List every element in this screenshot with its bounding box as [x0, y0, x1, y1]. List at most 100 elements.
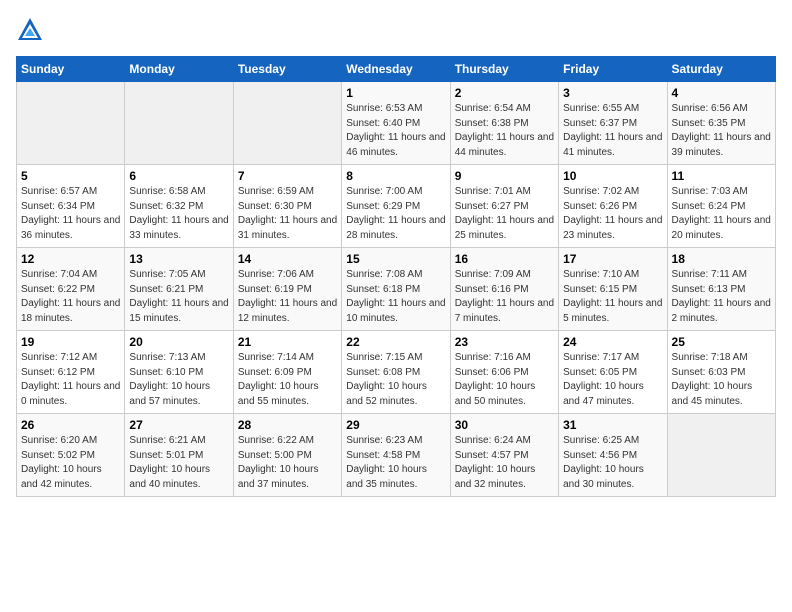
calendar-cell: 10 Sunrise: 7:02 AM Sunset: 6:26 PM Dayli…: [559, 165, 667, 248]
day-info: Sunrise: 6:53 AM Sunset: 6:40 PM Dayligh…: [346, 102, 445, 160]
calendar-table: SundayMondayTuesdayWednesdayThursdayFrid…: [16, 56, 776, 497]
week-row-2: 5 Sunrise: 6:57 AM Sunset: 6:34 PM Daylig…: [17, 165, 776, 248]
day-number: 22: [346, 335, 445, 349]
day-info: Sunrise: 6:23 AM Sunset: 4:58 PM Dayligh…: [346, 434, 445, 492]
day-header-friday: Friday: [559, 57, 667, 82]
calendar-cell: [233, 82, 341, 165]
calendar-cell: 24 Sunrise: 7:17 AM Sunset: 6:05 PM Dayli…: [559, 331, 667, 414]
day-number: 31: [563, 418, 662, 432]
day-info: Sunrise: 6:58 AM Sunset: 6:32 PM Dayligh…: [129, 185, 228, 243]
day-info: Sunrise: 6:25 AM Sunset: 4:56 PM Dayligh…: [563, 434, 662, 492]
calendar-cell: 1 Sunrise: 6:53 AM Sunset: 6:40 PM Daylig…: [342, 82, 450, 165]
calendar-cell: 19 Sunrise: 7:12 AM Sunset: 6:12 PM Dayli…: [17, 331, 125, 414]
calendar-cell: 31 Sunrise: 6:25 AM Sunset: 4:56 PM Dayli…: [559, 414, 667, 497]
calendar-cell: [667, 414, 775, 497]
day-number: 14: [238, 252, 337, 266]
calendar-cell: 4 Sunrise: 6:56 AM Sunset: 6:35 PM Daylig…: [667, 82, 775, 165]
day-info: Sunrise: 7:09 AM Sunset: 6:16 PM Dayligh…: [455, 268, 554, 326]
calendar-cell: 7 Sunrise: 6:59 AM Sunset: 6:30 PM Daylig…: [233, 165, 341, 248]
day-number: 5: [21, 169, 120, 183]
day-number: 23: [455, 335, 554, 349]
week-row-5: 26 Sunrise: 6:20 AM Sunset: 5:02 PM Dayli…: [17, 414, 776, 497]
calendar-cell: 22 Sunrise: 7:15 AM Sunset: 6:08 PM Dayli…: [342, 331, 450, 414]
day-info: Sunrise: 7:03 AM Sunset: 6:24 PM Dayligh…: [672, 185, 771, 243]
day-number: 17: [563, 252, 662, 266]
calendar-cell: 14Sunrise: 7:06 AM Sunset: 6:19 PM Dayli…: [233, 248, 341, 331]
calendar-cell: [125, 82, 233, 165]
calendar-cell: 25Sunrise: 7:18 AM Sunset: 6:03 PM Dayli…: [667, 331, 775, 414]
day-number: 20: [129, 335, 228, 349]
day-info: Sunrise: 7:10 AM Sunset: 6:15 PM Dayligh…: [563, 268, 662, 326]
day-info: Sunrise: 7:17 AM Sunset: 6:05 PM Dayligh…: [563, 351, 662, 409]
day-info: Sunrise: 7:15 AM Sunset: 6:08 PM Dayligh…: [346, 351, 445, 409]
week-row-3: 12 Sunrise: 7:04 AM Sunset: 6:22 PM Dayli…: [17, 248, 776, 331]
day-info: Sunrise: 6:56 AM Sunset: 6:35 PM Dayligh…: [672, 102, 771, 160]
calendar-cell: 12 Sunrise: 7:04 AM Sunset: 6:22 PM Dayli…: [17, 248, 125, 331]
calendar-cell: 16 Sunrise: 7:09 AM Sunset: 6:16 PM Dayli…: [450, 248, 558, 331]
calendar-cell: 9 Sunrise: 7:01 AM Sunset: 6:27 PM Daylig…: [450, 165, 558, 248]
calendar-cell: 20 Sunrise: 7:13 AM Sunset: 6:10 PM Dayli…: [125, 331, 233, 414]
day-info: Sunrise: 6:24 AM Sunset: 4:57 PM Dayligh…: [455, 434, 554, 492]
day-header-tuesday: Tuesday: [233, 57, 341, 82]
day-info: Sunrise: 7:12 AM Sunset: 6:12 PM Dayligh…: [21, 351, 120, 409]
calendar-cell: 13 Sunrise: 7:05 AM Sunset: 6:21 PM Dayli…: [125, 248, 233, 331]
day-info: Sunrise: 6:55 AM Sunset: 6:37 PM Dayligh…: [563, 102, 662, 160]
calendar-cell: 17 Sunrise: 7:10 AM Sunset: 6:15 PM Dayli…: [559, 248, 667, 331]
day-number: 26: [21, 418, 120, 432]
logo: [16, 16, 46, 44]
day-number: 30: [455, 418, 554, 432]
day-number: 27: [129, 418, 228, 432]
day-number: 3: [563, 86, 662, 100]
calendar-header-row: SundayMondayTuesdayWednesdayThursdayFrid…: [17, 57, 776, 82]
day-number: 1: [346, 86, 445, 100]
day-number: 16: [455, 252, 554, 266]
day-number: 2: [455, 86, 554, 100]
calendar-cell: 3 Sunrise: 6:55 AM Sunset: 6:37 PM Daylig…: [559, 82, 667, 165]
day-info: Sunrise: 7:05 AM Sunset: 6:21 PM Dayligh…: [129, 268, 228, 326]
calendar-cell: 18Sunrise: 7:11 AM Sunset: 6:13 PM Dayli…: [667, 248, 775, 331]
day-number: 4: [672, 86, 771, 100]
day-number: 19: [21, 335, 120, 349]
day-number: 10: [563, 169, 662, 183]
day-info: Sunrise: 6:22 AM Sunset: 5:00 PM Dayligh…: [238, 434, 337, 492]
day-info: Sunrise: 7:00 AM Sunset: 6:29 PM Dayligh…: [346, 185, 445, 243]
calendar-cell: 8 Sunrise: 7:00 AM Sunset: 6:29 PM Daylig…: [342, 165, 450, 248]
day-info: Sunrise: 7:08 AM Sunset: 6:18 PM Dayligh…: [346, 268, 445, 326]
day-number: 6: [129, 169, 228, 183]
day-number: 7: [238, 169, 337, 183]
day-info: Sunrise: 7:02 AM Sunset: 6:26 PM Dayligh…: [563, 185, 662, 243]
week-row-1: 1 Sunrise: 6:53 AM Sunset: 6:40 PM Daylig…: [17, 82, 776, 165]
day-info: Sunrise: 6:57 AM Sunset: 6:34 PM Dayligh…: [21, 185, 120, 243]
day-number: 21: [238, 335, 337, 349]
calendar-cell: 27 Sunrise: 6:21 AM Sunset: 5:01 PM Dayli…: [125, 414, 233, 497]
day-number: 11: [672, 169, 771, 183]
calendar-cell: 23Sunrise: 7:16 AM Sunset: 6:06 PM Dayli…: [450, 331, 558, 414]
calendar-cell: 6 Sunrise: 6:58 AM Sunset: 6:32 PM Daylig…: [125, 165, 233, 248]
day-header-sunday: Sunday: [17, 57, 125, 82]
calendar-cell: 5 Sunrise: 6:57 AM Sunset: 6:34 PM Daylig…: [17, 165, 125, 248]
calendar-cell: 11 Sunrise: 7:03 AM Sunset: 6:24 PM Dayli…: [667, 165, 775, 248]
day-number: 8: [346, 169, 445, 183]
day-number: 9: [455, 169, 554, 183]
day-number: 25: [672, 335, 771, 349]
day-number: 13: [129, 252, 228, 266]
week-row-4: 19 Sunrise: 7:12 AM Sunset: 6:12 PM Dayli…: [17, 331, 776, 414]
day-info: Sunrise: 6:59 AM Sunset: 6:30 PM Dayligh…: [238, 185, 337, 243]
day-info: Sunrise: 6:21 AM Sunset: 5:01 PM Dayligh…: [129, 434, 228, 492]
day-header-thursday: Thursday: [450, 57, 558, 82]
day-info: Sunrise: 6:20 AM Sunset: 5:02 PM Dayligh…: [21, 434, 120, 492]
day-info: Sunrise: 7:13 AM Sunset: 6:10 PM Dayligh…: [129, 351, 228, 409]
calendar-cell: 15 Sunrise: 7:08 AM Sunset: 6:18 PM Dayli…: [342, 248, 450, 331]
day-number: 28: [238, 418, 337, 432]
day-info: Sunrise: 7:14 AM Sunset: 6:09 PM Dayligh…: [238, 351, 337, 409]
day-header-saturday: Saturday: [667, 57, 775, 82]
calendar-cell: [17, 82, 125, 165]
calendar-cell: 26 Sunrise: 6:20 AM Sunset: 5:02 PM Dayli…: [17, 414, 125, 497]
calendar-cell: 29Sunrise: 6:23 AM Sunset: 4:58 PM Dayli…: [342, 414, 450, 497]
day-number: 18: [672, 252, 771, 266]
day-info: Sunrise: 7:01 AM Sunset: 6:27 PM Dayligh…: [455, 185, 554, 243]
day-number: 15: [346, 252, 445, 266]
day-info: Sunrise: 7:04 AM Sunset: 6:22 PM Dayligh…: [21, 268, 120, 326]
day-number: 24: [563, 335, 662, 349]
day-number: 12: [21, 252, 120, 266]
